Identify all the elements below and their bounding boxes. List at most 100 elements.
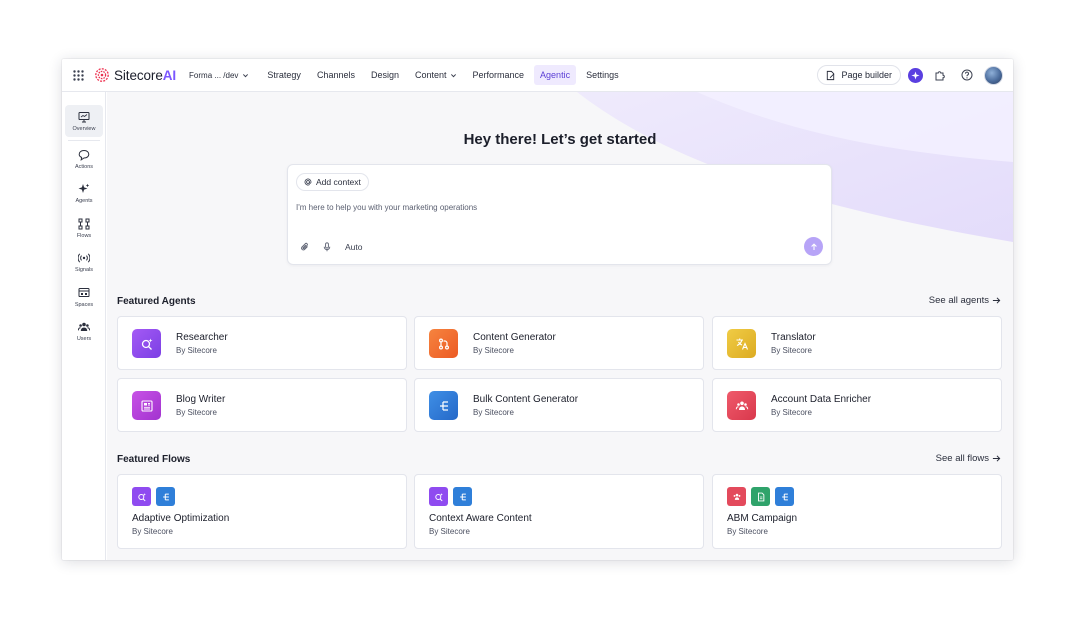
flow-author: By Sitecore: [727, 527, 768, 536]
people-icon: [727, 391, 756, 420]
logo-ai-suffix: AI: [162, 67, 177, 83]
translate-icon: [727, 329, 756, 358]
nav-settings[interactable]: Settings: [580, 65, 625, 85]
agent-card-researcher[interactable]: Researcher By Sitecore: [117, 316, 407, 370]
document-icon: [751, 487, 770, 506]
main-nav: Strategy Channels Design Content Perform…: [261, 65, 624, 85]
paperclip-icon[interactable]: [300, 242, 310, 252]
hierarchy-icon: [775, 487, 794, 506]
see-all-flows-link[interactable]: See all flows: [936, 453, 1001, 464]
page-builder-button[interactable]: Page builder: [817, 65, 901, 85]
sidebar-item-spaces[interactable]: Spaces: [65, 281, 103, 313]
prompt-input[interactable]: [296, 203, 696, 212]
nav-label: Design: [370, 70, 399, 80]
search-spark-glyph: [137, 492, 146, 501]
nav-strategy[interactable]: Strategy: [261, 65, 307, 85]
agent-title: Content Generator: [473, 332, 556, 343]
users-icon: [78, 322, 90, 331]
flow-card-abm-campaign[interactable]: ABM Campaign By Sitecore: [712, 474, 1002, 549]
ai-assistant-button[interactable]: [908, 67, 923, 83]
flow-author: By Sitecore: [429, 527, 470, 536]
hierarchy-glyph: [162, 493, 169, 500]
extensions-button[interactable]: [930, 65, 950, 85]
sidebar-item-overview[interactable]: Overview: [65, 105, 103, 137]
chevron-down-icon: [243, 73, 249, 77]
nav-design[interactable]: Design: [365, 65, 405, 85]
hierarchy-icon: [156, 487, 175, 506]
chevron-down-icon: [450, 73, 456, 77]
flow-title: Context Aware Content: [429, 513, 532, 524]
logo-text: SitecoreAI: [114, 68, 176, 83]
branch-glyph: [438, 337, 449, 350]
workspace-label: Forma ... /dev: [189, 70, 239, 80]
app-switcher-grid-icon[interactable]: [63, 69, 93, 81]
see-all-agents-link[interactable]: See all agents: [929, 295, 1001, 306]
agent-title: Blog Writer: [176, 394, 226, 405]
agent-card-blog-writer[interactable]: Blog Writer By Sitecore: [117, 378, 407, 432]
sidebar-item-users[interactable]: Users: [65, 315, 103, 347]
agent-card-content-generator[interactable]: Content Generator By Sitecore: [414, 316, 704, 370]
top-bar: SitecoreAI Forma ... /dev Strategy Chann…: [62, 59, 1013, 92]
sparkle-icon: [911, 70, 920, 80]
agent-author: By Sitecore: [473, 346, 514, 355]
mode-selector[interactable]: Auto: [345, 242, 363, 252]
agent-author: By Sitecore: [176, 408, 217, 417]
page-edit-icon: [827, 70, 835, 80]
agent-title: Bulk Content Generator: [473, 394, 579, 405]
help-button[interactable]: [957, 65, 977, 85]
agent-author: By Sitecore: [473, 408, 514, 417]
sidebar-label: Signals: [74, 266, 94, 273]
people-glyph: [735, 401, 748, 410]
hierarchy-glyph: [439, 400, 448, 411]
send-button[interactable]: [804, 237, 823, 256]
agent-card-translator[interactable]: Translator By Sitecore: [712, 316, 1002, 370]
sidebar-label: Spaces: [74, 301, 94, 308]
agent-author: By Sitecore: [176, 346, 217, 355]
nav-label: Channels: [316, 70, 355, 80]
people-glyph: [733, 493, 740, 500]
nav-content[interactable]: Content: [409, 65, 463, 85]
sparkles-icon: [78, 183, 90, 193]
at-sign-icon: [304, 178, 312, 186]
sidebar-label: Actions: [74, 163, 94, 170]
search-spark-glyph: [141, 338, 152, 350]
chat-icon: [78, 149, 90, 161]
arrow-right-icon: [992, 297, 1001, 304]
nav-label: Agentic: [540, 70, 571, 80]
arrow-right-icon: [992, 455, 1001, 462]
nav-label: Settings: [586, 70, 619, 80]
agent-card-bulk-content-generator[interactable]: Bulk Content Generator By Sitecore: [414, 378, 704, 432]
nav-label: Content: [414, 70, 447, 80]
branch-icon: [429, 329, 458, 358]
sidebar-label: Agents: [75, 197, 93, 204]
logo-brand: Sitecore: [114, 67, 163, 83]
search-spark-icon: [132, 487, 151, 506]
sidebar-item-agents[interactable]: Agents: [65, 177, 103, 209]
nav-performance[interactable]: Performance: [467, 65, 531, 85]
agent-card-account-data-enricher[interactable]: Account Data Enricher By Sitecore: [712, 378, 1002, 432]
featured-agents-title: Featured Agents: [117, 296, 196, 307]
sidebar-item-actions[interactable]: Actions: [65, 143, 103, 175]
hero-title: Hey there! Let’s get started: [463, 131, 657, 148]
microphone-icon[interactable]: [322, 242, 332, 252]
nav-label: Performance: [472, 70, 525, 80]
sitecore-ai-logo[interactable]: SitecoreAI: [95, 68, 176, 83]
sidebar-item-signals[interactable]: Signals: [65, 246, 103, 278]
add-context-button[interactable]: Add context: [296, 173, 369, 191]
nav-channels[interactable]: Channels: [311, 65, 361, 85]
agent-author: By Sitecore: [771, 346, 812, 355]
page-builder-label: Page builder: [841, 70, 892, 80]
spaces-icon: [78, 287, 90, 297]
user-avatar[interactable]: [984, 65, 1003, 85]
workspace-selector[interactable]: Forma ... /dev: [189, 71, 249, 80]
article-glyph: [140, 399, 153, 412]
monitor-icon: [78, 111, 90, 122]
nav-agentic[interactable]: Agentic: [534, 65, 577, 85]
flow-card-adaptive-optimization[interactable]: Adaptive Optimization By Sitecore: [117, 474, 407, 549]
hierarchy-glyph: [459, 493, 466, 500]
sidebar-label: Overview: [72, 125, 96, 132]
sidebar-item-flows[interactable]: Flows: [65, 212, 103, 244]
flow-card-context-aware-content[interactable]: Context Aware Content By Sitecore: [414, 474, 704, 549]
agent-title: Researcher: [176, 332, 228, 343]
flow-author: By Sitecore: [132, 527, 173, 536]
